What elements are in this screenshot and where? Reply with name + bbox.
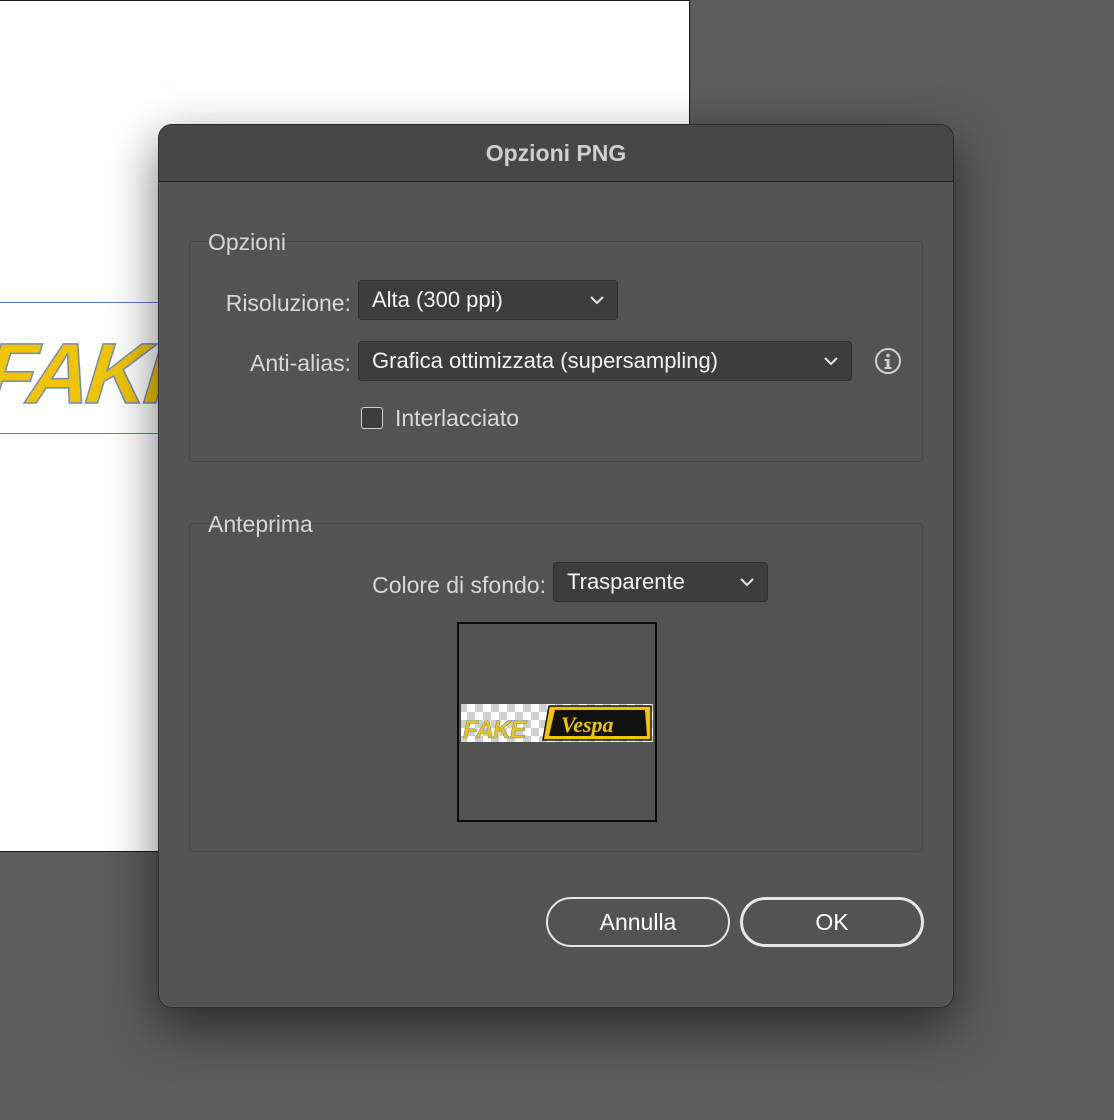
- background-color-select[interactable]: Trasparente: [553, 562, 768, 602]
- antialias-select-value: Grafica ottimizzata (supersampling): [372, 348, 719, 373]
- png-options-dialog: Opzioni PNG Opzioni Risoluzione: Alta (3…: [158, 124, 954, 1008]
- antialias-select[interactable]: Grafica ottimizzata (supersampling): [358, 341, 852, 381]
- dialog-title: Opzioni PNG: [485, 139, 627, 166]
- preview-logo-text-left: FAKE: [463, 716, 528, 744]
- preview-group-legend: Anteprima: [208, 511, 313, 537]
- dialog-titlebar: Opzioni PNG: [159, 125, 953, 182]
- chevron-down-icon: [590, 296, 604, 305]
- antialias-label: Anti-alias:: [250, 350, 351, 376]
- resolution-select[interactable]: Alta (300 ppi): [358, 280, 618, 320]
- cancel-button[interactable]: Annulla: [546, 897, 730, 947]
- preview-logo-text-right: Vespa: [561, 712, 614, 737]
- info-icon[interactable]: [874, 347, 902, 375]
- ok-button[interactable]: OK: [740, 897, 924, 947]
- preview-logo-image: FAKE Vespa: [461, 704, 653, 744]
- options-group-legend: Opzioni: [208, 229, 286, 255]
- interlaced-label[interactable]: Interlacciato: [395, 405, 519, 432]
- chevron-down-icon: [740, 578, 754, 587]
- chevron-down-icon: [824, 357, 838, 366]
- resolution-label: Risoluzione:: [225, 290, 351, 316]
- resolution-select-value: Alta (300 ppi): [372, 287, 503, 312]
- background-color-select-value: Trasparente: [567, 569, 685, 594]
- interlaced-checkbox[interactable]: [361, 407, 383, 429]
- png-preview-thumbnail: FAKE Vespa: [457, 622, 657, 822]
- background-color-label: Colore di sfondo:: [372, 572, 546, 598]
- artboard-logo-text: FAKI: [0, 325, 171, 423]
